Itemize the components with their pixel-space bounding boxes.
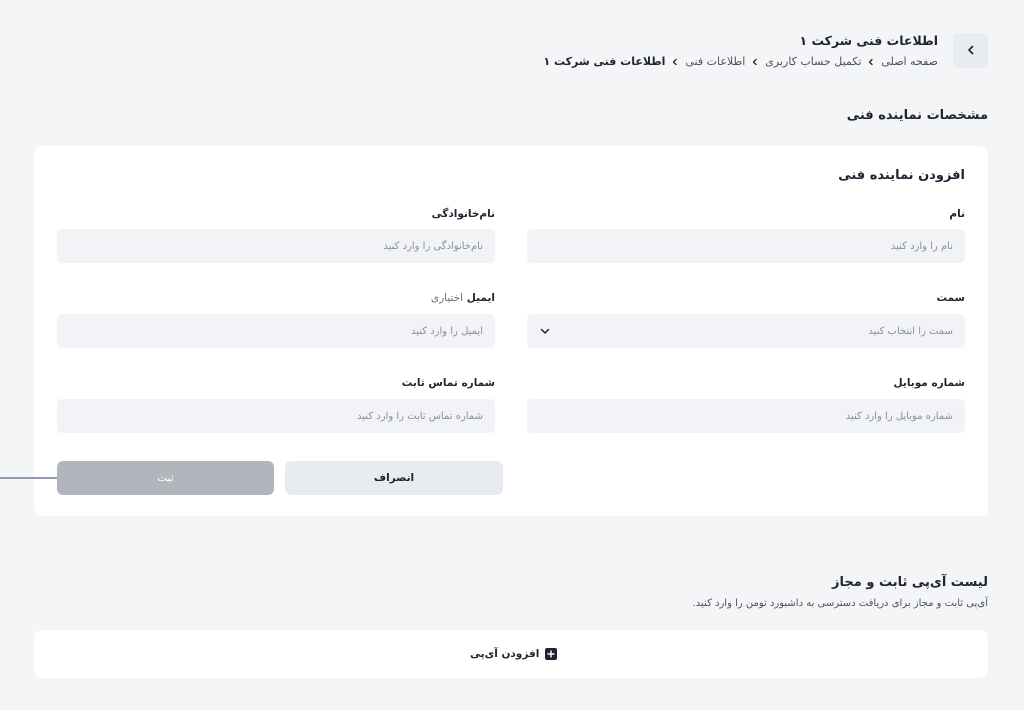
plus-icon xyxy=(545,648,558,660)
form-title: افزودن نماینده فنی xyxy=(838,168,965,183)
landline-label: شماره تماس ثابت xyxy=(401,377,495,389)
mobile-label: شماره موبایل xyxy=(893,377,966,389)
last-name-field[interactable]: نام‌خانوادگی را وارد کنید xyxy=(57,229,495,263)
breadcrumb-home[interactable]: صفحه اصلی xyxy=(881,55,938,68)
position-label: سمت xyxy=(936,292,965,304)
first-name-placeholder: نام را وارد کنید xyxy=(890,240,953,252)
email-placeholder: ایمیل را وارد کنید xyxy=(410,325,483,337)
page-title: اطلاعات فنی شرکت ۱ xyxy=(799,33,938,48)
email-field[interactable]: ایمیل را وارد کنید xyxy=(57,314,495,348)
chevron-left-icon xyxy=(671,58,679,66)
ip-section-description: آی‌پی ثابت و مجاز برای دریافت دسترسی به … xyxy=(692,598,988,609)
chevron-left-icon xyxy=(867,58,875,66)
submit-button[interactable]: ثبت xyxy=(57,461,274,495)
position-placeholder: سمت را انتخاب کنید xyxy=(868,325,953,337)
position-select[interactable]: سمت را انتخاب کنید xyxy=(527,314,965,348)
add-ip-button[interactable]: افزودن آی‌پی xyxy=(470,646,558,662)
chevron-left-icon xyxy=(965,41,977,60)
ip-section-title: لیست آی‌پی ثابت و مجاز xyxy=(832,575,988,590)
first-name-label: نام xyxy=(949,208,965,220)
email-label-text: ایمیل xyxy=(466,292,495,304)
email-optional-hint: اختیاری xyxy=(430,292,464,304)
side-indicator-line xyxy=(0,477,57,479)
cancel-button[interactable]: انصراف xyxy=(285,461,503,495)
back-button[interactable] xyxy=(953,33,988,68)
breadcrumb-complete-account[interactable]: تکمیل حساب کاربری xyxy=(765,55,861,68)
breadcrumb-technical-info[interactable]: اطلاعات فنی xyxy=(685,55,745,68)
section-title: مشخصات نماینده فنی xyxy=(846,108,988,123)
landline-field[interactable]: شماره تماس ثابت را وارد کنید xyxy=(57,399,495,433)
chevron-down-icon xyxy=(539,325,551,337)
mobile-placeholder: شماره موبایل را وارد کنید xyxy=(845,410,953,422)
breadcrumb: صفحه اصلی تکمیل حساب کاربری اطلاعات فنی … xyxy=(543,55,938,68)
first-name-field[interactable]: نام را وارد کنید xyxy=(527,229,965,263)
breadcrumb-current: اطلاعات فنی شرکت ۱ xyxy=(543,55,666,68)
mobile-field[interactable]: شماره موبایل را وارد کنید xyxy=(527,399,965,433)
chevron-left-icon xyxy=(751,58,759,66)
landline-placeholder: شماره تماس ثابت را وارد کنید xyxy=(357,410,483,422)
email-label: ایمیل اختیاری xyxy=(431,292,495,304)
last-name-placeholder: نام‌خانوادگی را وارد کنید xyxy=(383,240,483,252)
last-name-label: نام‌خانوادگی xyxy=(431,208,495,220)
add-ip-label: افزودن آی‌پی xyxy=(470,648,540,660)
